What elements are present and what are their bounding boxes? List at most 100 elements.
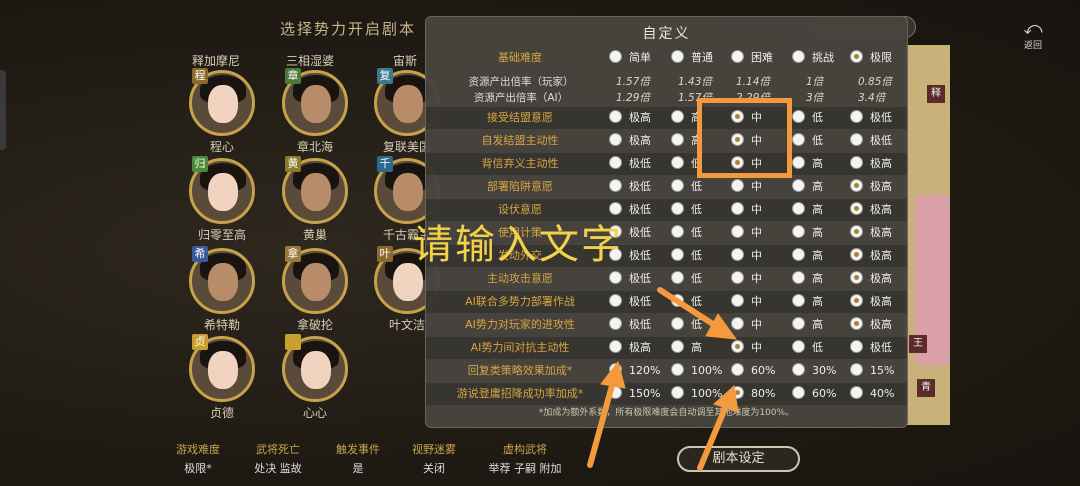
radio-icon[interactable] — [731, 225, 744, 238]
radio-option[interactable]: 高 — [792, 225, 823, 241]
radio-icon[interactable] — [792, 202, 805, 215]
radio-option[interactable]: 极高 — [850, 156, 892, 172]
radio-option[interactable]: 60% — [731, 363, 775, 379]
radio-icon[interactable] — [792, 156, 805, 169]
radio-icon[interactable] — [850, 110, 863, 123]
radio-icon[interactable] — [850, 340, 863, 353]
radio-option[interactable]: 普通 — [671, 50, 713, 66]
radio-icon[interactable] — [671, 110, 684, 123]
back-button[interactable]: ⤺ 返回 — [1016, 20, 1050, 52]
radio-option[interactable]: 极限 — [850, 50, 892, 66]
radio-icon[interactable] — [609, 50, 622, 63]
radio-option[interactable]: 高 — [792, 156, 823, 172]
radio-option[interactable]: 高 — [671, 340, 702, 356]
radio-icon[interactable] — [850, 202, 863, 215]
radio-option[interactable]: 150% — [609, 386, 660, 402]
radio-icon[interactable] — [671, 363, 684, 376]
radio-option[interactable]: 简单 — [609, 50, 651, 66]
radio-option[interactable]: 中 — [731, 271, 762, 287]
radio-icon[interactable] — [792, 271, 805, 284]
radio-option[interactable]: 极高 — [850, 294, 892, 310]
radio-icon[interactable] — [671, 202, 684, 215]
radio-option[interactable]: 极低 — [609, 156, 651, 172]
radio-option[interactable]: 中 — [731, 248, 762, 264]
radio-icon[interactable] — [671, 156, 684, 169]
radio-option[interactable]: 极低 — [609, 179, 651, 195]
radio-option[interactable]: 极低 — [609, 271, 651, 287]
radio-icon[interactable] — [671, 294, 684, 307]
radio-option[interactable]: 中 — [731, 225, 762, 241]
radio-icon[interactable] — [850, 363, 863, 376]
radio-option[interactable]: 中 — [731, 294, 762, 310]
radio-icon[interactable] — [731, 271, 744, 284]
radio-icon[interactable] — [850, 317, 863, 330]
radio-icon[interactable] — [671, 225, 684, 238]
radio-icon[interactable] — [792, 225, 805, 238]
radio-option[interactable]: 100% — [671, 386, 722, 402]
radio-option[interactable]: 中 — [731, 179, 762, 195]
radio-icon[interactable] — [671, 50, 684, 63]
radio-option[interactable]: 15% — [850, 363, 894, 379]
radio-option[interactable]: 低 — [671, 179, 702, 195]
radio-option[interactable]: 高 — [792, 179, 823, 195]
radio-icon[interactable] — [792, 294, 805, 307]
radio-icon[interactable] — [671, 317, 684, 330]
radio-option[interactable]: 极高 — [850, 202, 892, 218]
radio-icon[interactable] — [609, 340, 622, 353]
radio-icon[interactable] — [671, 179, 684, 192]
radio-icon[interactable] — [731, 50, 744, 63]
radio-option[interactable]: 极高 — [609, 110, 651, 126]
radio-option[interactable]: 极高 — [850, 317, 892, 333]
radio-option[interactable]: 挑战 — [792, 50, 834, 66]
radio-icon[interactable] — [671, 271, 684, 284]
radio-icon[interactable] — [792, 133, 805, 146]
radio-icon[interactable] — [850, 225, 863, 238]
character-card[interactable]: 拿拿破抡 — [279, 246, 351, 333]
radio-icon[interactable] — [609, 133, 622, 146]
radio-icon[interactable] — [792, 110, 805, 123]
character-card[interactable]: 心心 — [279, 334, 351, 421]
radio-icon[interactable] — [850, 294, 863, 307]
radio-icon[interactable] — [671, 133, 684, 146]
radio-icon[interactable] — [792, 340, 805, 353]
radio-option[interactable]: 中 — [731, 317, 762, 333]
radio-icon[interactable] — [671, 340, 684, 353]
radio-icon[interactable] — [609, 110, 622, 123]
radio-icon[interactable] — [850, 179, 863, 192]
radio-option[interactable]: 低 — [671, 317, 702, 333]
radio-icon[interactable] — [671, 248, 684, 261]
character-card[interactable]: 贞贞德 — [186, 334, 258, 421]
character-card[interactable]: 归归零至高 — [186, 156, 258, 243]
radio-option[interactable]: 低 — [792, 133, 823, 149]
radio-icon[interactable] — [850, 133, 863, 146]
radio-option[interactable]: 高 — [792, 202, 823, 218]
radio-icon[interactable] — [792, 248, 805, 261]
radio-icon[interactable] — [731, 179, 744, 192]
radio-option[interactable]: 高 — [792, 271, 823, 287]
radio-icon[interactable] — [850, 271, 863, 284]
radio-option[interactable]: 极低 — [609, 294, 651, 310]
radio-icon[interactable] — [850, 248, 863, 261]
radio-icon[interactable] — [850, 156, 863, 169]
character-card[interactable]: 希希特勒 — [186, 246, 258, 333]
radio-option[interactable]: 困难 — [731, 50, 773, 66]
radio-icon[interactable] — [609, 363, 622, 376]
radio-icon[interactable] — [731, 202, 744, 215]
radio-option[interactable]: 低 — [671, 248, 702, 264]
radio-option[interactable]: 低 — [671, 271, 702, 287]
radio-icon[interactable] — [731, 340, 744, 353]
radio-icon[interactable] — [731, 363, 744, 376]
radio-option[interactable]: 中 — [731, 340, 762, 356]
radio-option[interactable]: 极高 — [850, 248, 892, 264]
radio-icon[interactable] — [609, 317, 622, 330]
character-card[interactable]: 章章北海 — [279, 68, 351, 155]
radio-option[interactable]: 40% — [850, 386, 894, 402]
radio-option[interactable]: 极低 — [850, 110, 892, 126]
radio-option[interactable]: 极低 — [850, 133, 892, 149]
radio-icon[interactable] — [792, 50, 805, 63]
radio-option[interactable]: 极低 — [609, 317, 651, 333]
radio-icon[interactable] — [792, 179, 805, 192]
radio-icon[interactable] — [731, 248, 744, 261]
radio-icon[interactable] — [731, 294, 744, 307]
radio-option[interactable]: 低 — [671, 225, 702, 241]
